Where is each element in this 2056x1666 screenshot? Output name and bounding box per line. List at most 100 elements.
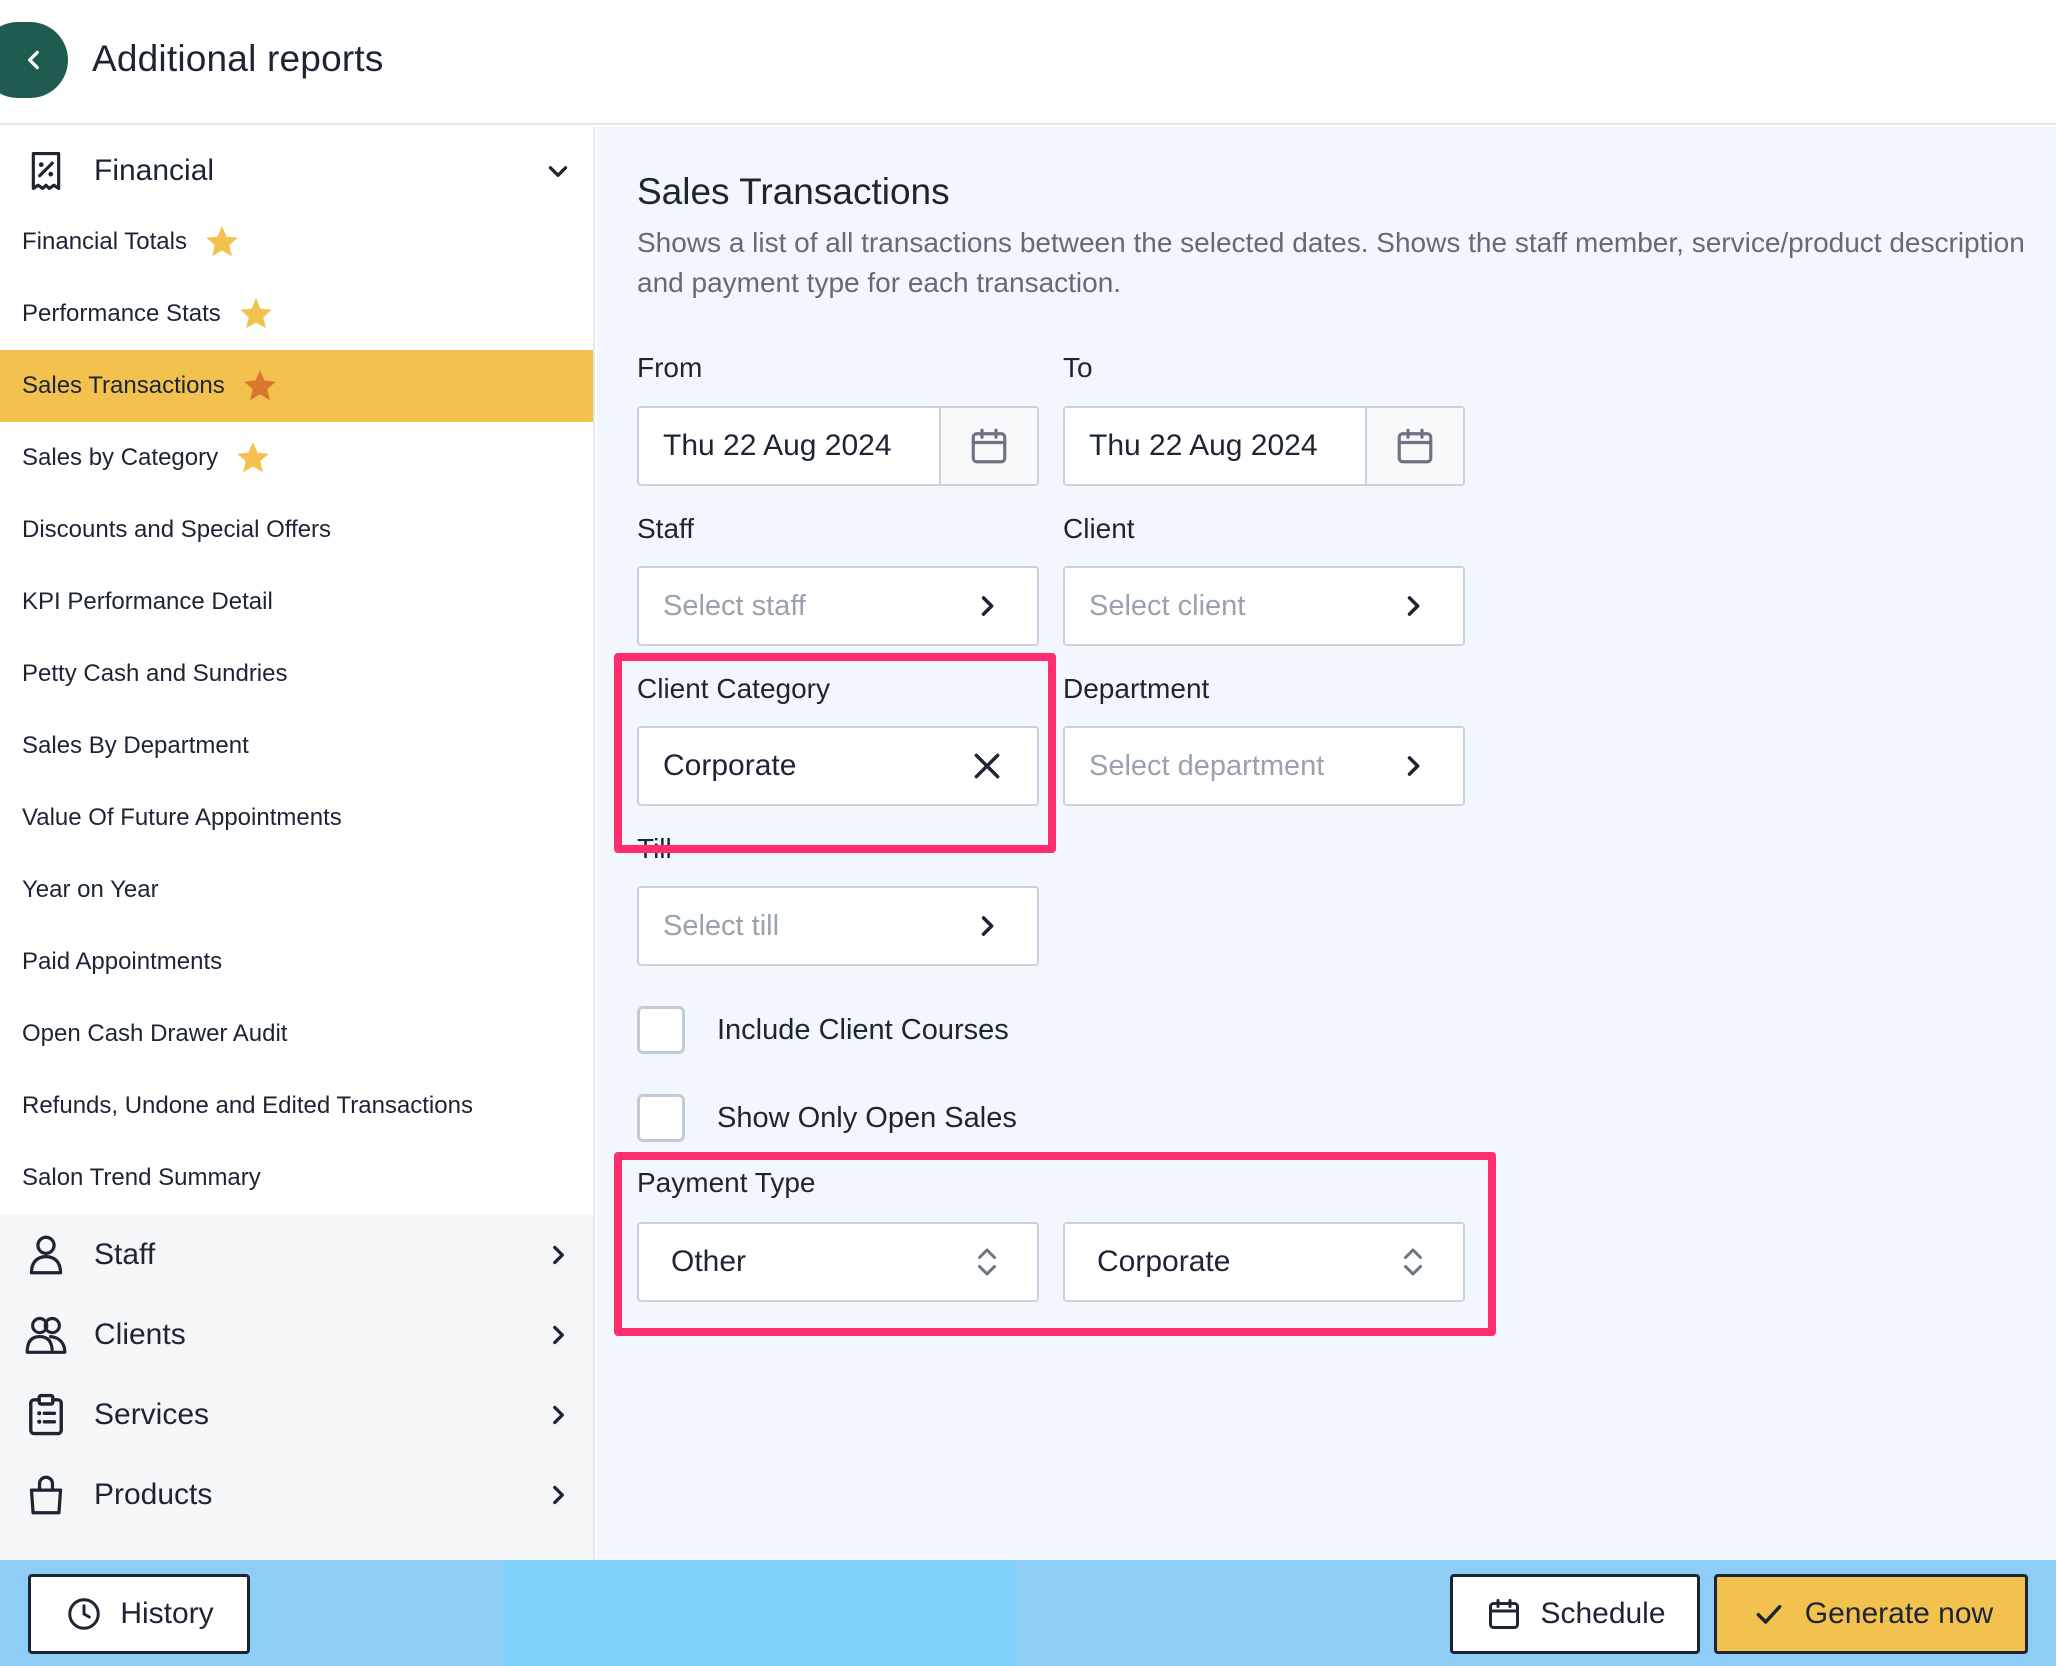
from-date-field[interactable]: Thu 22 Aug 2024: [637, 406, 1039, 486]
report-panel: Sales Transactions Shows a list of all t…: [597, 127, 2056, 1560]
report-item-financial-totals[interactable]: Financial Totals: [0, 206, 593, 278]
include-client-courses-checkbox[interactable]: [637, 1006, 685, 1054]
from-date-value[interactable]: Thu 22 Aug 2024: [639, 408, 939, 484]
sidebar-section-staff[interactable]: Staff: [0, 1215, 593, 1295]
schedule-button[interactable]: Schedule: [1450, 1574, 1700, 1654]
clock-icon: [64, 1594, 104, 1634]
report-item-label: Year on Year: [22, 876, 159, 903]
department-placeholder: Select department: [1089, 749, 1325, 782]
report-item-label: Refunds, Undone and Edited Transactions: [22, 1092, 473, 1119]
to-label: To: [1063, 352, 1093, 383]
department-label: Department: [1063, 673, 1210, 704]
generate-now-button[interactable]: Generate now: [1714, 1574, 2028, 1654]
sidebar-section-clients[interactable]: Clients: [0, 1295, 593, 1375]
show-only-open-sales-label: Show Only Open Sales: [717, 1101, 1017, 1134]
report-item-cash-drawer-audit[interactable]: Open Cash Drawer Audit: [0, 998, 593, 1070]
show-only-open-sales-row[interactable]: Show Only Open Sales: [637, 1094, 1017, 1142]
chevron-left-icon: [28, 50, 39, 70]
sidebar: Financial Financial Totals Performance S…: [0, 127, 595, 1560]
receipt-percent-icon: [24, 149, 68, 193]
sidebar-section-products[interactable]: Products: [0, 1455, 593, 1535]
history-label: History: [120, 1597, 214, 1630]
to-calendar-button[interactable]: [1365, 408, 1463, 484]
report-item-kpi-performance[interactable]: KPI Performance Detail: [0, 566, 593, 638]
report-item-label: Sales by Category: [22, 444, 219, 471]
history-button[interactable]: History: [28, 1574, 250, 1654]
header: Additional reports: [0, 0, 2056, 125]
department-select[interactable]: Select department: [1063, 726, 1465, 806]
sidebar-section-services[interactable]: Services: [0, 1375, 593, 1455]
report-title: Sales Transactions: [637, 171, 950, 212]
report-description: Shows a list of all transactions between…: [637, 227, 2025, 298]
star-icon[interactable]: [241, 367, 279, 405]
report-item-petty-cash[interactable]: Petty Cash and Sundries: [0, 638, 593, 710]
sidebar-section-label: Staff: [94, 1238, 156, 1271]
staff-placeholder: Select staff: [663, 589, 806, 622]
report-item-label: KPI Performance Detail: [22, 588, 273, 615]
include-client-courses-row[interactable]: Include Client Courses: [637, 1006, 1009, 1054]
report-item-label: Value Of Future Appointments: [22, 804, 342, 831]
report-item-refunds[interactable]: Refunds, Undone and Edited Transactions: [0, 1070, 593, 1142]
sidebar-section-label: Products: [94, 1478, 213, 1511]
client-label: Client: [1063, 513, 1135, 544]
report-item-paid-appointments[interactable]: Paid Appointments: [0, 926, 593, 998]
report-item-discounts[interactable]: Discounts and Special Offers: [0, 494, 593, 566]
chevron-down-icon: [540, 153, 576, 189]
chevron-right-icon: [540, 1477, 576, 1513]
report-item-future-appointments[interactable]: Value Of Future Appointments: [0, 782, 593, 854]
calendar-icon: [1397, 428, 1433, 464]
report-item-sales-transactions[interactable]: Sales Transactions: [0, 350, 593, 422]
report-item-label: Salon Trend Summary: [22, 1164, 261, 1191]
star-icon[interactable]: [203, 223, 241, 261]
generate-now-label: Generate now: [1804, 1597, 1994, 1630]
payment-type-highlight: [614, 1152, 1496, 1336]
from-calendar-button[interactable]: [939, 408, 1037, 484]
sidebar-section-label: Financial: [94, 154, 215, 187]
sidebar-section-financial[interactable]: Financial: [0, 131, 593, 211]
back-button[interactable]: [0, 22, 68, 98]
report-item-sales-by-category[interactable]: Sales by Category: [0, 422, 593, 494]
report-item-sales-by-department[interactable]: Sales By Department: [0, 710, 593, 782]
report-item-year-on-year[interactable]: Year on Year: [0, 854, 593, 926]
report-item-label: Discounts and Special Offers: [22, 516, 332, 543]
till-select[interactable]: Select till: [637, 886, 1039, 966]
report-item-label: Sales By Department: [22, 732, 249, 759]
chevron-right-icon: [1393, 586, 1433, 626]
report-item-label: Petty Cash and Sundries: [22, 660, 288, 687]
report-item-performance-stats[interactable]: Performance Stats: [0, 278, 593, 350]
client-select[interactable]: Select client: [1063, 566, 1465, 646]
user-icon: [24, 1233, 68, 1277]
staff-select[interactable]: Select staff: [637, 566, 1039, 646]
report-item-label: Open Cash Drawer Audit: [22, 1020, 288, 1047]
staff-label: Staff: [637, 513, 695, 544]
show-only-open-sales-checkbox[interactable]: [637, 1094, 685, 1142]
to-date-value[interactable]: Thu 22 Aug 2024: [1065, 408, 1365, 484]
chevron-right-icon: [967, 586, 1007, 626]
footer-bar: History Schedule Generate now: [0, 1560, 2056, 1666]
report-item-label: Paid Appointments: [22, 948, 223, 975]
report-item-salon-trend[interactable]: Salon Trend Summary: [0, 1142, 593, 1214]
include-client-courses-label: Include Client Courses: [717, 1013, 1009, 1046]
report-item-label: Performance Stats: [22, 300, 221, 327]
shopping-bag-icon: [24, 1473, 68, 1517]
page-title: Additional reports: [92, 38, 384, 79]
sidebar-section-label: Services: [94, 1398, 210, 1431]
chevron-right-icon: [540, 1317, 576, 1353]
check-icon: [1749, 1594, 1789, 1634]
calendar-icon: [971, 428, 1007, 464]
report-item-label: Financial Totals: [22, 228, 187, 255]
chevron-right-icon: [540, 1397, 576, 1433]
users-icon: [24, 1313, 68, 1357]
client-placeholder: Select client: [1089, 589, 1246, 622]
calendar-icon: [1484, 1594, 1524, 1634]
to-date-field[interactable]: Thu 22 Aug 2024: [1063, 406, 1465, 486]
chevron-right-icon: [540, 1237, 576, 1273]
clipboard-list-icon: [24, 1393, 68, 1437]
report-item-label: Sales Transactions: [22, 372, 225, 399]
star-icon[interactable]: [237, 295, 275, 333]
till-placeholder: Select till: [663, 909, 780, 942]
chevron-right-icon: [967, 906, 1007, 946]
star-icon[interactable]: [234, 439, 272, 477]
from-label: From: [637, 352, 703, 383]
chevron-right-icon: [1393, 746, 1433, 786]
